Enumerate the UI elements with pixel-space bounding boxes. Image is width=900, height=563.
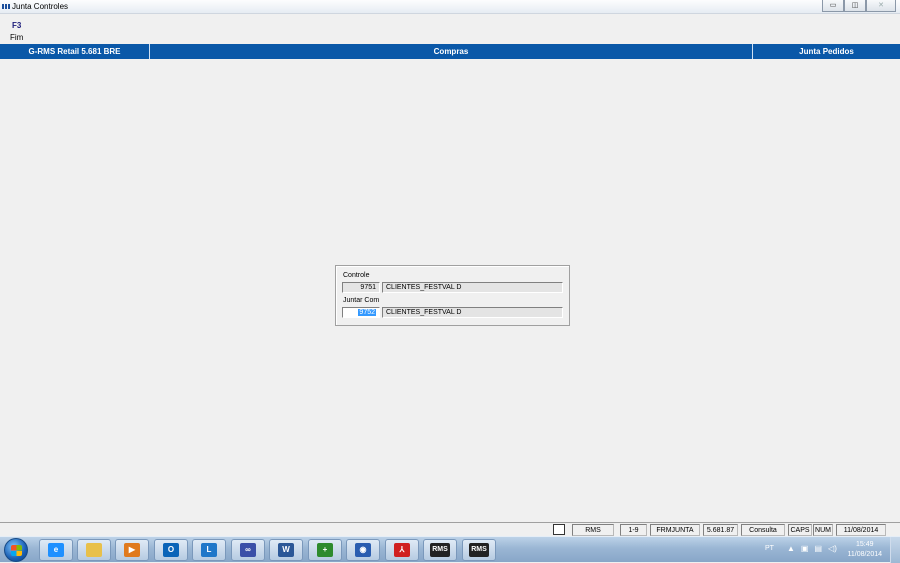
controle-code-field: 9751 bbox=[342, 282, 380, 293]
language-indicator[interactable]: PT bbox=[765, 545, 774, 552]
system-tray: PT ▲ ▣ ▤ ◁) 15:49 11/08/2014 bbox=[715, 537, 900, 563]
status-mode: Consulta bbox=[741, 524, 785, 536]
explorer-folder-icon bbox=[86, 543, 102, 557]
toolbar-label-fim[interactable]: Fim bbox=[10, 33, 23, 42]
tray-expand-icon[interactable]: ▲ bbox=[787, 544, 795, 553]
installer-icon: + bbox=[317, 543, 333, 557]
minimize-button[interactable]: ▭ bbox=[822, 0, 844, 12]
internet-explorer-icon: e bbox=[48, 543, 64, 557]
toolbar-key-f3[interactable]: F3 bbox=[12, 21, 21, 30]
taskbar-button-1[interactable]: e bbox=[39, 539, 73, 561]
status-date: 11/08/2014 bbox=[836, 524, 886, 536]
taskbar-button-8[interactable]: + bbox=[308, 539, 342, 561]
status-num: NUM bbox=[813, 524, 833, 536]
show-desktop-button[interactable] bbox=[890, 537, 900, 563]
clock[interactable]: 15:49 11/08/2014 bbox=[847, 540, 882, 560]
status-caps: CAPS bbox=[788, 524, 812, 536]
juntar-com-code-selection: 9752 bbox=[358, 309, 376, 316]
taskbar-button-12[interactable]: RMS bbox=[462, 539, 496, 561]
juntar-com-description-field: CLIENTES_FESTVAL D bbox=[382, 307, 563, 318]
maximize-button[interactable]: ◫ bbox=[844, 0, 866, 12]
media-player-icon: ▶ bbox=[124, 543, 140, 557]
volume-icon[interactable]: ◁) bbox=[828, 544, 837, 553]
acrobat-icon: ⅄ bbox=[394, 543, 410, 557]
close-button[interactable]: ✕ bbox=[866, 0, 896, 12]
infinity-app-icon: ∞ bbox=[240, 543, 256, 557]
window-title: Junta Controles bbox=[12, 2, 69, 11]
lync-icon: L bbox=[201, 543, 217, 557]
taskbar-button-4[interactable]: O bbox=[154, 539, 188, 561]
controle-description-field: CLIENTES_FESTVAL D bbox=[382, 282, 563, 293]
taskbar-button-11[interactable]: RMS bbox=[423, 539, 457, 561]
taskbar-button-2[interactable] bbox=[77, 539, 111, 561]
header-screen: Junta Pedidos bbox=[799, 47, 854, 56]
juntar-com-code-input[interactable]: 9752 bbox=[342, 307, 380, 318]
status-version: 5.681.87 bbox=[703, 524, 738, 536]
taskbar-button-10[interactable]: ⅄ bbox=[385, 539, 419, 561]
start-button[interactable] bbox=[4, 538, 28, 562]
taskbar-button-6[interactable]: ∞ bbox=[231, 539, 265, 561]
taskbar-button-5[interactable]: L bbox=[192, 539, 226, 561]
status-form: FRMJUNTA bbox=[650, 524, 700, 536]
form-panel: Controle 9751 CLIENTES_FESTVAL D Juntar … bbox=[335, 265, 570, 326]
toolbar: F3 Fim bbox=[0, 15, 900, 44]
taskbar-button-7[interactable]: W bbox=[269, 539, 303, 561]
status-system: RMS bbox=[572, 524, 614, 536]
juntar-com-label: Juntar Com bbox=[343, 297, 380, 304]
header-module: Compras bbox=[150, 44, 753, 59]
window-titlebar: Junta Controles ▭ ◫ ✕ bbox=[0, 0, 900, 14]
clock-time: 15:49 bbox=[855, 541, 874, 548]
app-icon bbox=[2, 4, 10, 9]
taskbar-button-9[interactable]: ◉ bbox=[346, 539, 380, 561]
status-range: 1-9 bbox=[620, 524, 647, 536]
clock-date: 11/08/2014 bbox=[847, 551, 882, 558]
taskbar-button-3[interactable]: ▶ bbox=[115, 539, 149, 561]
controle-label: Controle bbox=[343, 272, 370, 279]
app-icon: ◉ bbox=[355, 543, 371, 557]
word-icon: W bbox=[278, 543, 294, 557]
windows-logo-icon bbox=[11, 545, 22, 556]
header-bar: G-RMS Retail 5.681 BRE Compras Junta Ped… bbox=[0, 44, 900, 59]
status-bar: RMS 1-9 FRMJUNTA 5.681.87 Consulta CAPS … bbox=[0, 522, 900, 536]
window-controls: ▭ ◫ ✕ bbox=[822, 0, 896, 13]
tray-icons: ▲ ▣ ▤ ◁) bbox=[787, 544, 837, 553]
header-system: G-RMS Retail 5.681 BRE bbox=[0, 44, 150, 59]
rms-app-icon-2: RMS bbox=[469, 543, 489, 557]
outlook-icon: O bbox=[163, 543, 179, 557]
monitor-icon[interactable]: ▤ bbox=[814, 544, 822, 553]
network-icon[interactable]: ▣ bbox=[801, 544, 809, 553]
rms-app-icon-1: RMS bbox=[430, 543, 450, 557]
taskbar: e ▶ O L ∞ W + ◉ ⅄ RMS RMS PT ▲ ▣ ▤ ◁) 15:49 11/08/… bbox=[0, 536, 900, 563]
clipboard-icon[interactable] bbox=[553, 524, 565, 535]
